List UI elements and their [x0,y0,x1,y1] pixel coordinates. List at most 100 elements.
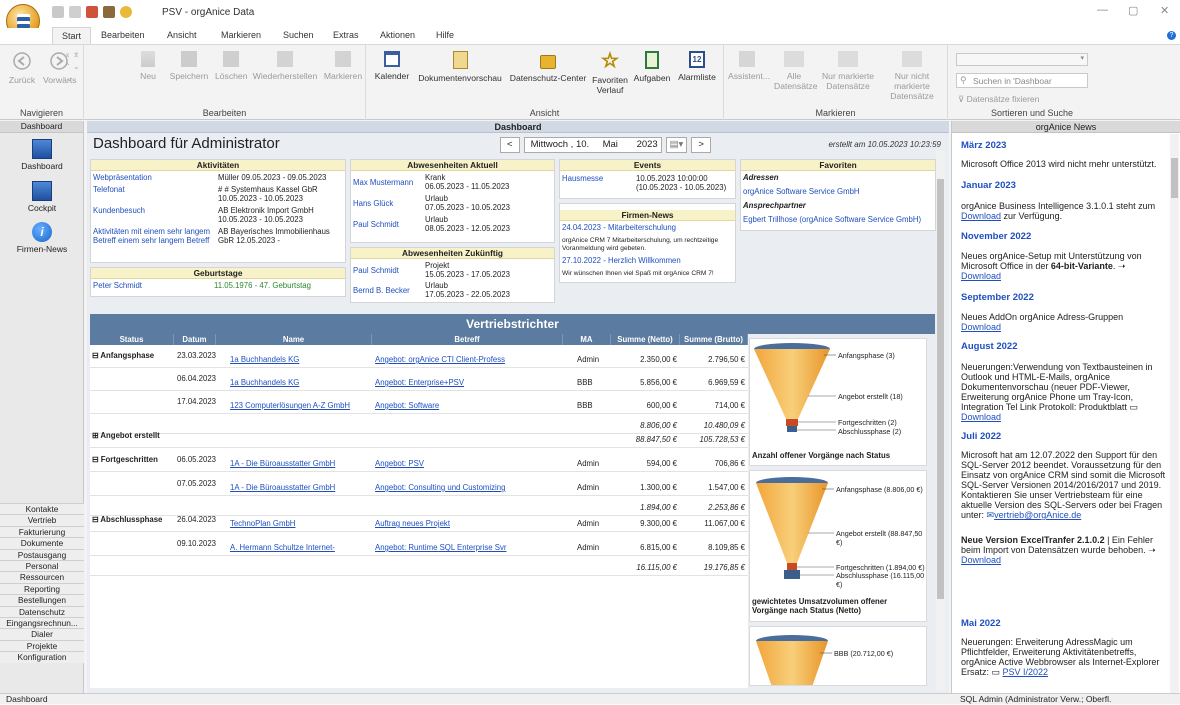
document-preview-button[interactable]: Dokumentenvorschau [416,51,504,83]
close-button[interactable]: ✕ [1160,4,1169,17]
nav-item-dashboard[interactable]: Dashboard [0,139,84,171]
next-day-button[interactable]: > [691,137,711,153]
news-sep-2022-download-link[interactable]: Download [961,322,1001,332]
fix-records-button[interactable]: ⊽ Datensätze fixieren [958,94,1039,105]
nav-item-cockpit[interactable]: Cockpit [0,181,84,213]
maximize-button[interactable]: ▢ [1128,4,1138,17]
row-subject-link[interactable]: Angebot: PSV [375,459,424,468]
news-jan-2023-download-link[interactable]: Download [961,211,1001,221]
tasks-button[interactable]: Aufgaben [632,51,672,83]
tab-markieren[interactable]: Markieren [221,30,261,40]
absence-name[interactable]: Max Mustermann [353,178,413,188]
row-subject-link[interactable]: Angebot: Consulting und Customizing [375,483,505,492]
assistant-button[interactable]: Assistent... [728,51,770,81]
unmarked-records-button[interactable]: Nur nicht markierte Datensätze [880,51,944,101]
nav-arrows-icon[interactable]: ⌅ ⌆ ⌃ ⌄ ⌄ [64,49,80,85]
nav-module-postausgang[interactable]: Postausgang [0,548,84,560]
birthday-name[interactable]: Peter Schmidt [93,281,142,291]
news-scrollbar[interactable] [1170,134,1179,693]
save-button[interactable]: Speichern [168,51,210,81]
dashboard-scrollbar[interactable] [936,151,945,691]
back-button[interactable]: Zurück [5,51,39,85]
tab-suchen[interactable]: Suchen [283,30,314,40]
date-field[interactable]: Mittwoch , 10. Mai 2023 [523,137,662,153]
palette-icon[interactable] [120,6,132,18]
column-header-2[interactable]: Name [216,334,372,345]
activity-name[interactable]: Telefonat [93,185,125,195]
privacy-center-button[interactable]: Datenschutz-Center [506,51,590,83]
row-company-link[interactable]: 1A - Die Büroausstatter GmbH [230,483,335,492]
nav-item-firmen-news[interactable]: i Firmen-News [0,222,84,254]
row-subject-link[interactable]: Angebot: Runtime SQL Enterprise Svr [375,543,506,552]
tab-bearbeiten[interactable]: Bearbeiten [101,30,145,40]
group-status[interactable]: ⊟ Abschlussphase [92,515,162,524]
row-company-link[interactable]: 123 Computerlösungen A-Z GmbH [230,401,350,410]
news-mai-2022-link[interactable]: PSV I/2022 [1003,667,1049,677]
nav-module-personal[interactable]: Personal [0,560,84,572]
nav-module-bestellungen[interactable]: Bestellungen [0,594,84,606]
absence-name[interactable]: Paul Schmidt [353,220,399,230]
tab-ansicht[interactable]: Ansicht [167,30,197,40]
news-exceltransfer-download-link[interactable]: Download [961,555,1001,565]
nav-module-fakturierung[interactable]: Fakturierung [0,525,84,538]
minimize-button[interactable]: — [1097,4,1108,16]
prev-day-button[interactable]: < [500,137,520,153]
column-header-1[interactable]: Datum [174,334,216,345]
group-status[interactable]: ⊟ Fortgeschritten [92,455,158,464]
news-nov-2022-download-link[interactable]: Download [961,271,1001,281]
company-news-item-2-title[interactable]: 27.10.2022 - Herzlich Willkommen [562,256,681,266]
help-icon[interactable]: ? [1167,31,1176,40]
save-icon[interactable] [69,6,81,18]
marked-records-button[interactable]: Nur markierte Datensätze [820,51,876,91]
tab-hilfe[interactable]: Hilfe [436,30,454,40]
nav-module-eingangsrechnun-[interactable]: Eingangsrechnun... [0,617,84,629]
activity-name[interactable]: Betreff einem sehr langem Betreff [93,236,209,246]
nav-module-projekte[interactable]: Projekte [0,639,84,652]
calendar-dropdown-icon[interactable]: ▤▾ [665,137,688,153]
new-button[interactable]: Neu [138,51,158,81]
favorites-button[interactable]: ☆ Favoriten Verlauf [590,51,630,96]
company-news-item-1-title[interactable]: 24.04.2023 - Mitarbeiterschulung [562,223,676,233]
sort-select[interactable]: ▾ [956,53,1088,66]
column-header-0[interactable]: Status [90,334,174,345]
row-subject-link[interactable]: Angebot: Software [375,401,439,410]
dashboard-scroll-thumb[interactable] [937,179,944,599]
delete-button[interactable]: Löschen [215,51,248,81]
event-name[interactable]: Hausmesse [562,174,603,184]
nav-module-dialer[interactable]: Dialer [0,628,84,640]
row-subject-link[interactable]: Auftrag neues Projekt [375,519,450,528]
restore-button[interactable]: Wiederherstellen [250,51,320,81]
news-jul-2022-mail-link[interactable]: vertrieb@orgAnice.de [994,510,1081,520]
row-subject-link[interactable]: Angebot: orgAnice CTI Client-Profess [375,355,505,364]
row-company-link[interactable]: 1a Buchhandels KG [230,355,299,364]
tools-icon[interactable] [103,6,115,18]
row-company-link[interactable]: 1A - Die Büroausstatter GmbH [230,459,335,468]
activity-name[interactable]: Kundenbesuch [93,206,145,216]
news-aug-2022-download-link[interactable]: Download [961,412,1001,422]
nav-module-ressourcen[interactable]: Ressourcen [0,571,84,583]
nav-module-dokumente[interactable]: Dokumente [0,537,84,549]
favorite-address[interactable]: orgAnice Software Service GmbH [743,187,860,197]
column-header-5[interactable]: Summe (Netto) [611,334,680,345]
tab-aktionen[interactable]: Aktionen [380,30,415,40]
nav-module-vertrieb[interactable]: Vertrieb [0,514,84,526]
news-scroll-thumb[interactable] [1171,158,1178,198]
row-company-link[interactable]: A. Hermann Schultze Internet- [230,543,335,552]
new-record-icon[interactable] [52,6,64,18]
tab-start[interactable]: Start [52,27,92,45]
activity-name[interactable]: Webpräsentation [93,173,152,183]
group-status[interactable]: ⊞ Angebot erstellt [92,431,160,440]
group-status[interactable]: ⊟ Anfangsphase [92,351,154,360]
tab-extras[interactable]: Extras [333,30,359,40]
row-subject-link[interactable]: Angebot: Enterprise+PSV [375,378,464,387]
alarm-list-button[interactable]: 12 Alarmliste [674,51,720,82]
favorite-contact[interactable]: Egbert Trillhose (orgAnice Software Serv… [743,215,921,225]
calendar-button[interactable]: Kalender [371,51,413,81]
mark-button[interactable]: Markieren [322,51,364,81]
row-company-link[interactable]: TechnoPlan GmbH [230,519,295,528]
absence-name[interactable]: Paul Schmidt [353,266,399,276]
column-header-3[interactable]: Betreff [372,334,563,345]
absence-name[interactable]: Bernd B. Becker [353,286,410,296]
nav-module-konfiguration[interactable]: Konfiguration [0,651,84,663]
absence-name[interactable]: Hans Glück [353,199,393,209]
